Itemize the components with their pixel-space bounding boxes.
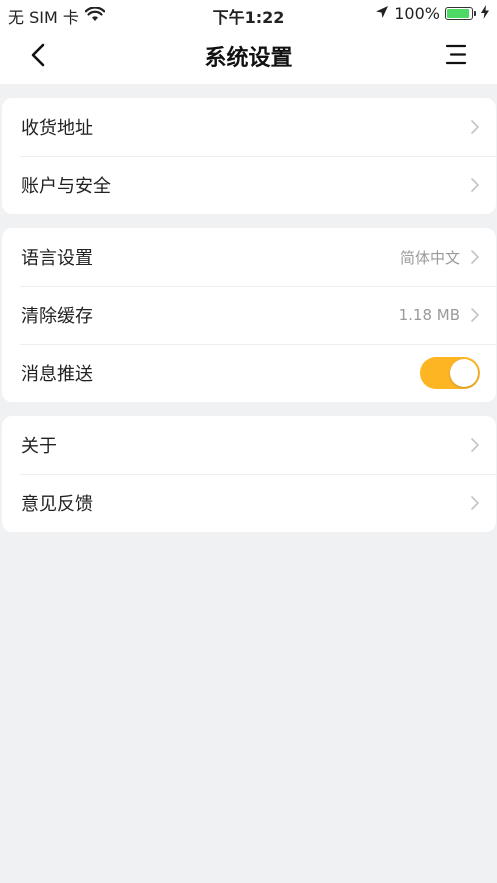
settings-row-label: 账户与安全 — [21, 176, 111, 197]
settings-group-account: 收货地址 账户与安全 — [2, 98, 496, 214]
cache-size-value: 1.18 MB — [398, 306, 460, 324]
settings-row-label: 收货地址 — [21, 118, 93, 139]
menu-icon — [445, 44, 467, 65]
settings-row-label: 清除缓存 — [21, 306, 93, 327]
status-right: 100% — [375, 4, 489, 23]
page-title: 系统设置 — [204, 46, 293, 71]
battery-percent: 100% — [394, 4, 440, 23]
language-value: 简体中文 — [399, 248, 460, 267]
settings-group-preferences: 语言设置 简体中文 清除缓存 1.18 MB 消息推送 — [2, 228, 496, 402]
settings-row-label: 意见反馈 — [21, 494, 93, 515]
toggle-knob — [450, 359, 478, 387]
settings-row-feedback[interactable]: 意见反馈 — [2, 474, 496, 532]
settings-row-about[interactable]: 关于 — [2, 416, 496, 474]
settings-row-language[interactable]: 语言设置 简体中文 — [2, 228, 496, 286]
settings-row-label: 消息推送 — [21, 364, 93, 385]
battery-icon — [445, 7, 473, 20]
settings-row-push-notifications: 消息推送 — [2, 344, 496, 402]
location-arrow-icon — [375, 4, 389, 23]
settings-row-label: 语言设置 — [21, 248, 93, 269]
chevron-right-icon — [471, 438, 479, 452]
settings-group-about: 关于 意见反馈 — [2, 416, 496, 532]
settings-row-shipping-address[interactable]: 收货地址 — [2, 98, 496, 156]
chevron-right-icon — [471, 178, 479, 192]
chevron-right-icon — [471, 496, 479, 510]
push-notifications-toggle[interactable] — [420, 357, 480, 389]
chevron-right-icon — [471, 120, 479, 134]
settings-row-clear-cache[interactable]: 清除缓存 1.18 MB — [2, 286, 496, 344]
menu-button[interactable] — [445, 42, 469, 68]
battery-cap — [474, 11, 476, 16]
chevron-right-icon — [471, 250, 479, 264]
settings-row-label: 关于 — [21, 436, 57, 457]
settings-row-account-security[interactable]: 账户与安全 — [2, 156, 496, 214]
navigation-bar: 系统设置 — [0, 28, 497, 84]
status-bar: 无 SIM 卡 下午1:22 100% — [0, 0, 497, 28]
charging-bolt-icon — [481, 4, 489, 23]
battery-level-fill — [447, 9, 469, 18]
chevron-right-icon — [471, 308, 479, 322]
